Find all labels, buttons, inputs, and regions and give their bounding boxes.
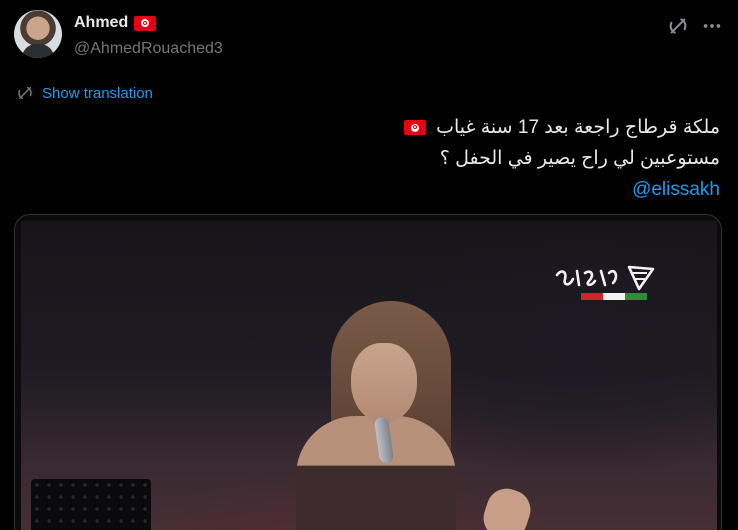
tweet-line-1: ملكة قرطاج راجعة بعد 17 سنة غياب [20, 112, 720, 143]
singer-hand [478, 483, 536, 530]
more-options-button[interactable] [698, 12, 726, 40]
grok-button[interactable] [664, 12, 692, 40]
mention-link[interactable]: @elissakh [632, 179, 720, 200]
tweet-text: ملكة قرطاج راجعة بعد 17 سنة غياب مستوعبي… [20, 112, 720, 205]
more-options-icon [703, 24, 721, 28]
grok-icon [669, 18, 687, 34]
author-name-row: Ahmed [74, 14, 157, 32]
video-player[interactable] [14, 214, 722, 530]
tunisia-flag-icon [134, 15, 157, 31]
tweet-line-2: مستوعبين لي راح يصير في الحفل ؟ [439, 148, 720, 169]
tunisia-flag-icon [403, 120, 426, 136]
show-translation-label[interactable]: Show translation [42, 85, 153, 102]
author-display-name[interactable]: Ahmed [74, 14, 128, 32]
tweet-line-1-text: ملكة قرطاج راجعة بعد 17 سنة غياب [436, 117, 720, 138]
speaker-grille [31, 479, 151, 530]
translate-icon [18, 86, 32, 100]
tweet-header: Ahmed @AhmedRouached3 [14, 10, 724, 66]
author-handle[interactable]: @AhmedRouached3 [74, 40, 223, 58]
video-frame[interactable] [21, 221, 717, 530]
avatar[interactable] [14, 10, 62, 58]
show-translation-link[interactable]: Show translation [16, 84, 153, 102]
singer-face [351, 343, 417, 423]
channel-logo-icon [555, 265, 655, 300]
